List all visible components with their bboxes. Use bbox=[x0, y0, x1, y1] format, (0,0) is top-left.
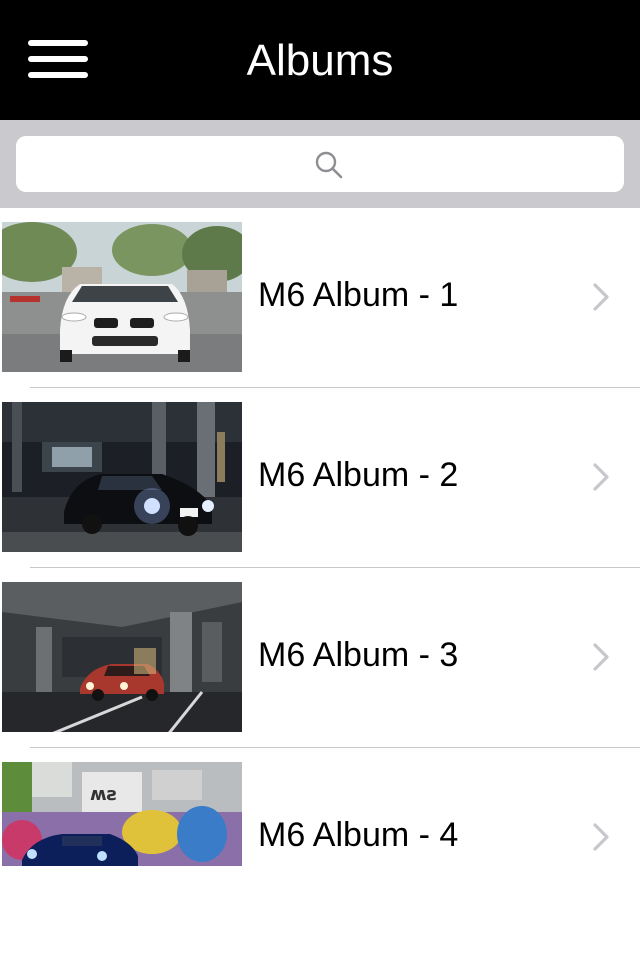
album-title: M6 Album - 4 bbox=[258, 816, 459, 854]
album-row-2[interactable]: M6 Album - 2 bbox=[0, 388, 640, 568]
red-car-parking-image bbox=[2, 582, 242, 732]
album-title: M6 Album - 3 bbox=[258, 636, 459, 674]
chevron-right-icon bbox=[593, 463, 609, 491]
album-thumbnail bbox=[2, 582, 242, 732]
white-car-image bbox=[2, 222, 242, 372]
album-title: M6 Album - 1 bbox=[258, 276, 459, 314]
black-car-garage-image bbox=[2, 402, 242, 552]
search-field[interactable] bbox=[16, 136, 624, 192]
chevron-right-icon bbox=[593, 283, 609, 311]
navigation-bar: Albums bbox=[0, 0, 640, 120]
album-row-3[interactable]: M6 Album - 3 bbox=[0, 568, 640, 748]
svg-text:ʍꙅ: ʍꙅ bbox=[90, 784, 117, 805]
chevron-right-icon bbox=[593, 823, 609, 851]
album-list: M6 Album - 1 M6 Album - 2 M6 Album - 3 ʍ… bbox=[0, 208, 640, 928]
album-row-1[interactable]: M6 Album - 1 bbox=[0, 208, 640, 388]
chevron-right-icon bbox=[593, 643, 609, 671]
search-bar bbox=[0, 120, 640, 208]
album-thumbnail bbox=[2, 222, 242, 372]
album-title: M6 Album - 2 bbox=[258, 456, 459, 494]
album-thumbnail: ʍꙅ bbox=[2, 762, 242, 866]
page-title: Albums bbox=[246, 36, 394, 85]
search-icon bbox=[315, 151, 343, 179]
blue-car-graffiti-image: ʍꙅ bbox=[2, 762, 242, 866]
album-row-4[interactable]: ʍꙅ M6 Album - 4 bbox=[0, 748, 640, 928]
album-thumbnail bbox=[2, 402, 242, 552]
